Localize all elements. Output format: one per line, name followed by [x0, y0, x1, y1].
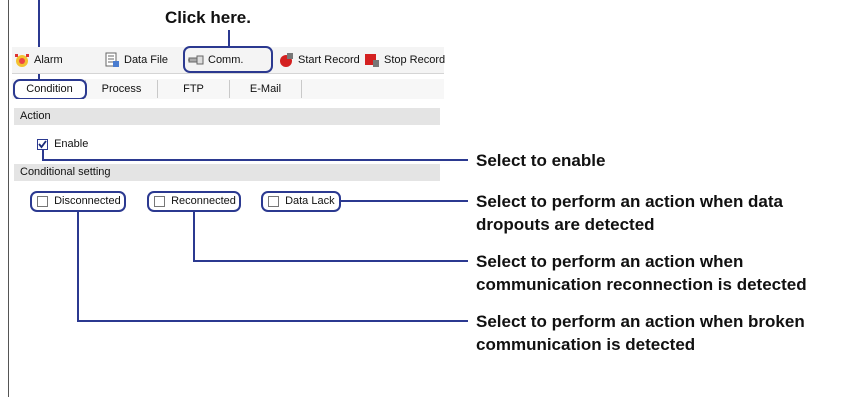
disconnected-annotation-line2: communication is detected	[476, 335, 696, 354]
stop-record-label: Stop Record	[384, 54, 446, 66]
data-file-button[interactable]: Data File	[104, 50, 168, 70]
reconnected-callout-line-h	[193, 260, 468, 262]
data-lack-checkbox[interactable]	[268, 195, 279, 207]
disconnected-label: Disconnected	[54, 195, 121, 207]
reconnected-checkbox[interactable]	[154, 195, 165, 207]
reconnected-annotation: Select to perform an action when communi…	[476, 250, 807, 296]
alarm-label: Alarm	[34, 54, 63, 66]
reconnected-annotation-line1: Select to perform an action when	[476, 252, 744, 271]
reconnected-checkbox-row[interactable]: Reconnected	[154, 195, 236, 207]
start-record-icon	[278, 52, 294, 68]
data-lack-annotation-line2: dropouts are detected	[476, 215, 655, 234]
data-file-label: Data File	[124, 54, 169, 66]
data-lack-annotation: Select to perform an action when data dr…	[476, 190, 783, 236]
enable-annotation: Select to enable	[476, 151, 606, 170]
disconnected-callout-line-v	[77, 212, 79, 322]
conditional-setting-header: Conditional setting	[14, 164, 440, 181]
alarm-icon	[14, 52, 30, 68]
condition-tab-line-top	[38, 0, 40, 2]
data-lack-annotation-line1: Select to perform an action when data	[476, 192, 784, 211]
alarm-button[interactable]: Alarm	[14, 50, 63, 70]
start-record-button[interactable]: Start Record	[278, 50, 360, 70]
start-record-label: Start Record	[298, 54, 360, 66]
condition-tab-highlight-box	[13, 79, 87, 100]
tab-email[interactable]: E-Mail	[230, 80, 302, 98]
disconnected-checkbox[interactable]	[37, 195, 48, 207]
data-lack-callout-line	[341, 200, 468, 202]
comm-highlight-box	[183, 46, 273, 73]
disconnected-checkbox-row[interactable]: Disconnected	[37, 195, 121, 207]
disconnected-callout-line-h	[77, 320, 468, 322]
action-section-header: Action	[14, 108, 440, 125]
data-lack-label: Data Lack	[285, 195, 335, 207]
enable-checkbox[interactable]	[37, 138, 48, 150]
stop-record-icon	[364, 52, 380, 68]
tab-ftp[interactable]: FTP	[158, 80, 230, 98]
left-guide-line	[8, 0, 9, 397]
enable-callout-line-h	[42, 159, 468, 161]
tab-process[interactable]: Process	[86, 80, 158, 98]
enable-checkbox-row[interactable]: Enable	[37, 138, 88, 150]
data-file-icon	[104, 52, 120, 68]
reconnected-annotation-line2: communication reconnection is detected	[476, 275, 807, 294]
data-lack-checkbox-row[interactable]: Data Lack	[268, 195, 335, 207]
disconnected-annotation: Select to perform an action when broken …	[476, 310, 805, 356]
click-here-callout: Click here.	[165, 8, 251, 27]
reconnected-callout-line-v	[193, 212, 195, 262]
reconnected-label: Reconnected	[171, 195, 236, 207]
click-here-line	[228, 30, 230, 46]
enable-label: Enable	[54, 138, 89, 150]
stop-record-button[interactable]: Stop Record	[364, 50, 445, 70]
disconnected-annotation-line1: Select to perform an action when broken	[476, 312, 805, 331]
